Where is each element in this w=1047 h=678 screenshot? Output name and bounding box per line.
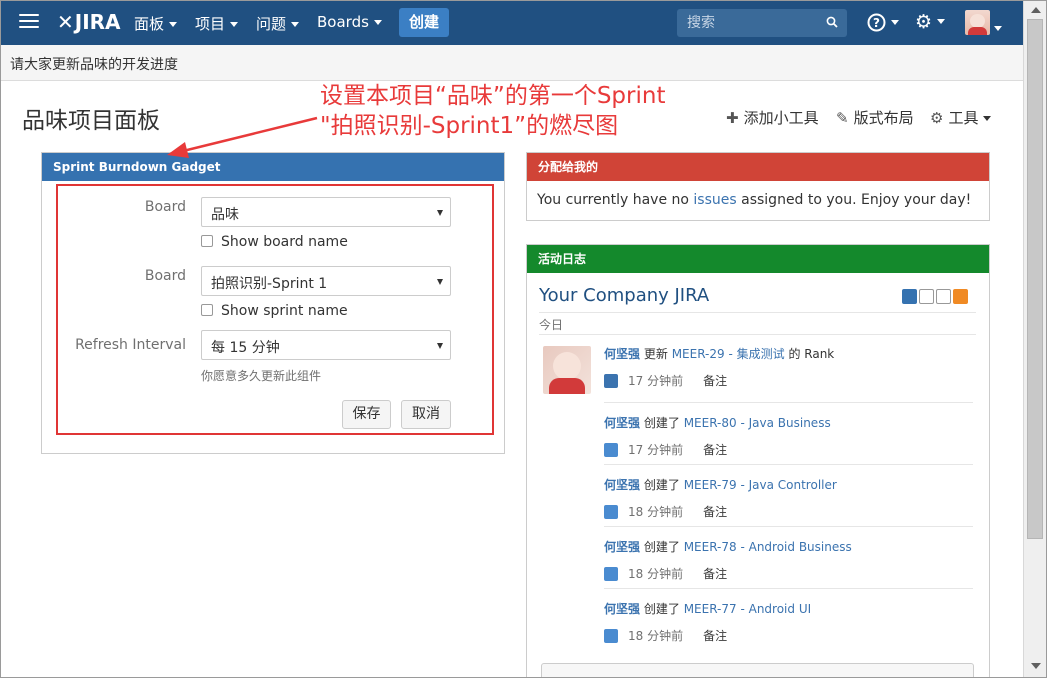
divider (604, 588, 973, 589)
divider (604, 402, 973, 403)
user-avatar[interactable] (543, 346, 591, 394)
comment-link[interactable]: 备注 (703, 505, 727, 519)
user-link[interactable]: 何坚强 (604, 347, 640, 361)
comment-link[interactable]: 备注 (703, 443, 727, 457)
issue-link[interactable]: MEER-77 - Android UI (684, 602, 811, 616)
create-button[interactable]: 创建 (399, 8, 449, 37)
task-icon (604, 374, 618, 388)
help-icon[interactable]: ? (867, 13, 899, 37)
issue-link[interactable]: MEER-79 - Java Controller (684, 478, 837, 492)
user-link[interactable]: 何坚强 (604, 540, 640, 554)
user-link[interactable]: 何坚强 (604, 478, 640, 492)
show-more-button[interactable] (541, 663, 974, 677)
activity-entry-text: 何坚强 创建了 MEER-79 - Java Controller (604, 478, 837, 492)
scroll-up-arrow[interactable] (1031, 7, 1041, 13)
browser-window: ✕JIRA 面板 项目 问题 Boards 创建 ? ⚙ 请大家更新品味的开发进… (0, 0, 1047, 678)
activity-entry-meta: 18 分钟前 备注 (604, 565, 727, 582)
filter-icon[interactable] (936, 289, 951, 304)
subtask-icon (604, 505, 618, 519)
annotation-text: 设置本项目“品味”的第一个Sprint "拍照识别-Sprint1”的燃尽图 (320, 83, 666, 139)
menu-icon[interactable] (19, 14, 39, 30)
edit-layout-button[interactable]: ✎ 版式布局 (836, 107, 914, 128)
divider (604, 526, 973, 527)
subtask-icon (604, 567, 618, 581)
scroll-thumb[interactable] (1027, 19, 1043, 539)
activity-entry-meta: 17 分钟前 备注 (604, 441, 727, 458)
activity-entry-text: 何坚强 创建了 MEER-77 - Android UI (604, 602, 812, 616)
jira-logo[interactable]: ✕JIRA (57, 10, 121, 34)
subtask-icon (604, 443, 618, 457)
announcement-banner: 请大家更新品味的开发进度 (1, 45, 1023, 81)
assigned-message: You currently have no issues assigned to… (537, 192, 972, 208)
search-box (677, 9, 847, 37)
plus-icon: ✚ (726, 109, 739, 127)
date-group-label: 今日 (539, 318, 564, 332)
user-link[interactable]: 何坚强 (604, 602, 640, 616)
subtask-icon (604, 629, 618, 643)
chevron-down-icon[interactable] (994, 20, 1002, 36)
gadget-title[interactable]: Sprint Burndown Gadget (42, 153, 504, 181)
search-icon[interactable] (826, 16, 838, 28)
nav-menu-projects[interactable]: 项目 (195, 13, 239, 34)
svg-text:?: ? (873, 16, 880, 30)
divider (539, 312, 976, 313)
comment-link[interactable]: 备注 (703, 629, 727, 643)
gadget-title[interactable]: 活动日志 (527, 245, 989, 273)
pencil-icon: ✎ (836, 109, 849, 127)
nav-menu-boards[interactable]: Boards (317, 13, 382, 31)
comment-link[interactable]: 备注 (703, 374, 727, 388)
tools-menu-button[interactable]: ⚙ 工具 (930, 107, 992, 128)
issues-link[interactable]: issues (693, 192, 736, 208)
divider (604, 464, 973, 465)
rss-icon[interactable] (953, 289, 968, 304)
gadget-title[interactable]: 分配给我的 (527, 153, 989, 181)
issue-link[interactable]: MEER-80 - Java Business (684, 416, 831, 430)
issue-link[interactable]: MEER-78 - Android Business (684, 540, 852, 554)
announcement-text: 请大家更新品味的开发进度 (10, 57, 178, 73)
page-title: 品味项目面板 (22, 108, 160, 134)
issue-link[interactable]: MEER-29 - 集成测试 (672, 347, 785, 361)
list-view-icon[interactable] (902, 289, 917, 304)
user-avatar[interactable] (965, 10, 990, 35)
add-gadget-button[interactable]: ✚ 添加小工具 (726, 107, 819, 128)
nav-menu-dashboards[interactable]: 面板 (134, 13, 178, 34)
activity-entry-text: 何坚强 创建了 MEER-80 - Java Business (604, 416, 831, 430)
activity-stream-title[interactable]: Your Company JIRA (539, 285, 709, 306)
nav-menu-issues[interactable]: 问题 (256, 13, 300, 34)
activity-entry-meta: 18 分钟前 备注 (604, 627, 727, 644)
activity-entry-text: 何坚强 更新 MEER-29 - 集成测试 的 Rank (604, 347, 835, 361)
user-link[interactable]: 何坚强 (604, 416, 640, 430)
activity-entry-text: 何坚强 创建了 MEER-78 - Android Business (604, 540, 852, 554)
activity-entry-meta: 17 分钟前 备注 (604, 372, 727, 389)
top-navigation: ✕JIRA 面板 项目 问题 Boards 创建 ? ⚙ (1, 1, 1023, 45)
gear-icon: ⚙ (930, 109, 944, 127)
vertical-scrollbar[interactable] (1023, 1, 1046, 677)
search-input[interactable] (677, 9, 817, 37)
comment-link[interactable]: 备注 (703, 567, 727, 581)
highlight-box (56, 184, 494, 435)
activity-entry-meta: 18 分钟前 备注 (604, 503, 727, 520)
divider (539, 334, 976, 335)
assigned-to-me-gadget: 分配给我的 (526, 152, 990, 221)
full-view-icon[interactable] (919, 289, 934, 304)
gear-icon[interactable]: ⚙ (915, 11, 946, 33)
activity-toolbar (902, 289, 970, 308)
scroll-down-arrow[interactable] (1031, 663, 1041, 669)
